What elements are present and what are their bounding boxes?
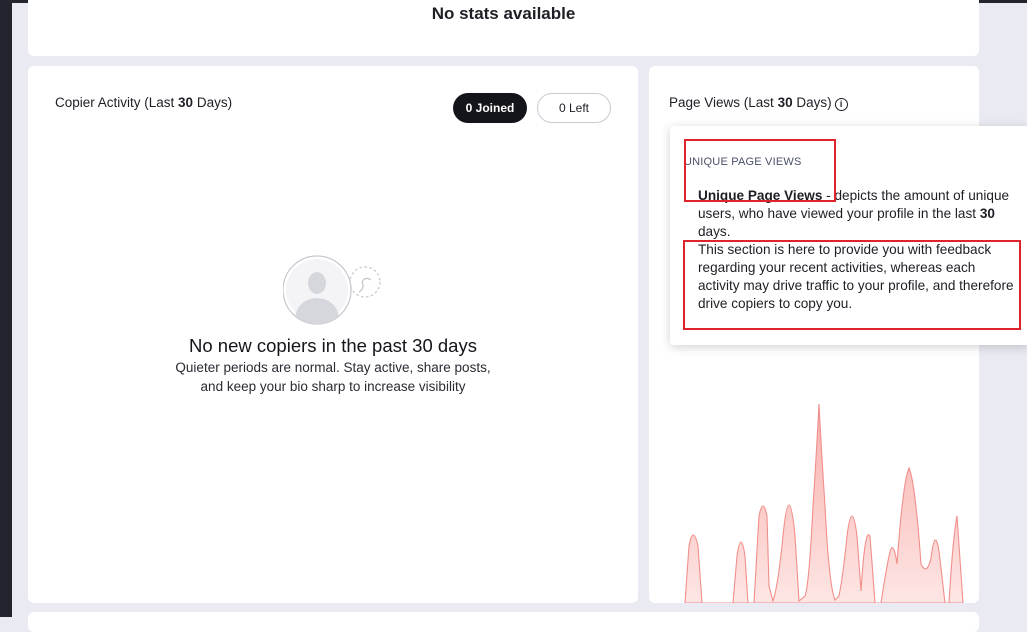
page-views-area — [684, 403, 964, 603]
left-filter-button[interactable]: 0 Left — [537, 93, 611, 123]
page-views-title: Page Views (Last 30 Days) i — [669, 95, 848, 111]
empty-state-heading: No new copiers in the past 30 days — [189, 335, 477, 356]
stats-empty-message: No stats available — [431, 4, 576, 23]
bottom-card — [28, 612, 979, 632]
page-views-area-chart — [684, 403, 964, 603]
tooltip-section-text: This section is here to provide you with… — [698, 242, 1014, 311]
tooltip-term: Unique Page Views — [698, 188, 823, 203]
joined-filter-button[interactable]: 0 Joined — [453, 93, 527, 123]
sidebar-strip — [0, 0, 12, 617]
tooltip-body: Unique Page Views - depicts the amount o… — [698, 188, 1014, 311]
info-icon[interactable]: i — [834, 98, 848, 111]
copier-activity-title: Copier Activity (Last 30 Days) — [55, 95, 233, 110]
unique-page-views-tooltip: UNIQUE PAGE VIEWS Unique Page Views - de… — [670, 126, 1027, 345]
copier-activity-card: Copier Activity (Last 30 Days) 0 Joined … — [28, 66, 638, 603]
empty-state-text: Quieter periods are normal. Stay active,… — [175, 360, 491, 394]
stats-card: No stats available — [28, 0, 979, 56]
tooltip-heading: UNIQUE PAGE VIEWS — [684, 156, 802, 168]
no-copiers-illustration — [283, 255, 381, 325]
